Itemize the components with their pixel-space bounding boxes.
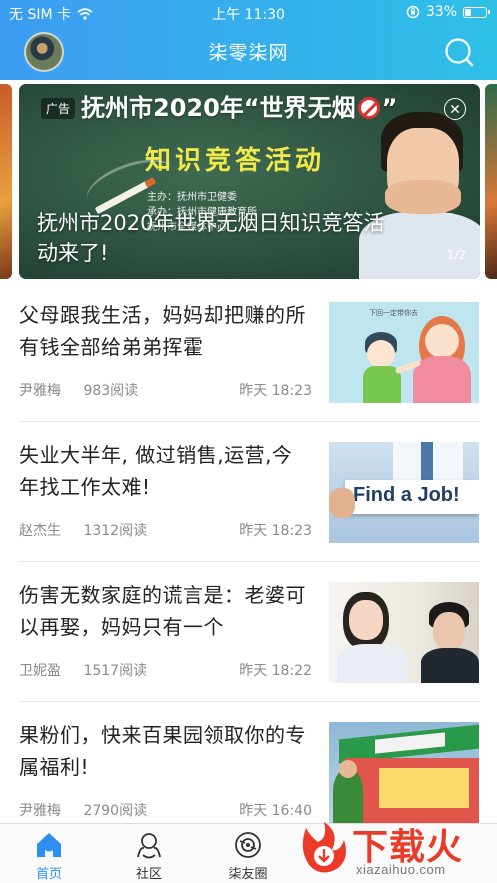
ad-badge: 广告 <box>41 98 76 119</box>
woman-photo-body <box>337 644 407 683</box>
news-time: 昨天 18:23 <box>239 523 312 539</box>
store-window <box>379 768 469 808</box>
thumbnail-caption: 下回一定带你去 <box>369 309 418 317</box>
battery-percent: 33% <box>425 4 457 20</box>
nav-bar: 柒零柒网 <box>0 28 497 76</box>
tab-label: 社区 <box>135 867 162 882</box>
tab-home[interactable]: 首页 <box>14 830 84 882</box>
news-title: 失业大半年, 做过销售,运营,今年找工作太难! <box>19 443 293 499</box>
banner-title: 抚州市2020年世界无烟日知识竞答活动来了! <box>37 211 385 265</box>
tab-community[interactable]: 社区 <box>114 830 184 882</box>
news-meta: 赵杰生 1312阅读 昨天 18:23 <box>19 520 312 540</box>
boy-illustration-hands <box>385 180 461 214</box>
sponsor-line: 主办：抚州市卫健委 <box>147 192 237 203</box>
news-item[interactable]: 失业大半年, 做过销售,运营,今年找工作太难! 赵杰生 1312阅读 昨天 18… <box>19 422 479 562</box>
news-author: 赵杰生 <box>19 523 61 539</box>
app-title: 柒零柒网 <box>208 42 289 64</box>
tab-label: 首页 <box>35 867 62 882</box>
banner-ad[interactable]: 抚州市2020年“世界无烟” 广告 知识竞答活动 主办：抚州市卫健委 承办：抚州… <box>19 84 480 279</box>
watermark-url: xiazaihuo.com <box>356 862 446 877</box>
news-time: 昨天 18:23 <box>239 383 312 399</box>
news-title: 伤害无数家庭的谎言是：老婆可以再娶，妈妈只有一个 <box>19 583 306 639</box>
news-title: 父母跟我生活，妈妈却把赚的所有钱全部给弟弟挥霍 <box>19 303 306 359</box>
news-author: 尹雅梅 <box>19 803 61 819</box>
app-screen: 无 SIM 卡 上午 11:30 33% 柒零柒网 抚州市2020年“世界无烟 … <box>0 0 497 883</box>
moments-icon <box>235 832 261 858</box>
news-reads: 983阅读 <box>83 383 139 399</box>
news-meta: 尹雅梅 983阅读 昨天 18:23 <box>19 380 312 400</box>
tab-moments[interactable]: 柒友圈 <box>213 830 283 882</box>
news-reads: 1517阅读 <box>83 663 148 679</box>
man-photo-face <box>433 612 465 650</box>
man-photo-body <box>421 648 479 683</box>
news-title: 果粉们，快来百果园领取你的专属福利! <box>19 723 306 779</box>
news-meta: 尹雅梅 2790阅读 昨天 16:40 <box>19 800 312 820</box>
person-photo-head <box>339 760 357 778</box>
home-icon <box>37 833 61 857</box>
status-right: 33% <box>406 4 490 20</box>
news-thumbnail[interactable] <box>329 582 479 683</box>
battery-icon <box>463 6 490 18</box>
news-author: 尹雅梅 <box>19 383 61 399</box>
banner-headline: 抚州市2020年“世界无烟” <box>81 88 397 123</box>
app-header: 无 SIM 卡 上午 11:30 33% 柒零柒网 <box>0 0 497 80</box>
banner-prev-slide[interactable] <box>0 84 12 279</box>
news-author: 卫妮盈 <box>19 663 61 679</box>
community-icon <box>137 833 161 859</box>
flame-logo-icon <box>302 822 346 873</box>
news-time: 昨天 18:22 <box>239 663 312 679</box>
news-reads: 2790阅读 <box>83 803 148 819</box>
woman-illustration-body <box>413 356 471 403</box>
news-reads: 1312阅读 <box>83 523 148 539</box>
download-site-watermark: 下载火 xiazaihuo.com <box>292 816 497 883</box>
banner-next-slide[interactable] <box>485 84 497 279</box>
battery-fill <box>465 8 471 16</box>
banner-carousel[interactable]: 抚州市2020年“世界无烟” 广告 知识竞答活动 主办：抚州市卫健委 承办：抚州… <box>0 84 497 279</box>
news-thumbnail[interactable] <box>329 722 479 823</box>
news-meta: 卫妮盈 1517阅读 昨天 18:22 <box>19 660 312 680</box>
search-icon[interactable] <box>443 36 475 68</box>
tab-label: 柒友圈 <box>228 867 268 882</box>
status-bar: 无 SIM 卡 上午 11:30 33% <box>0 0 497 26</box>
thumbnail-caption: Find a Job! <box>353 484 460 506</box>
woman-illustration-face <box>425 324 459 358</box>
no-smoking-icon <box>357 97 380 119</box>
news-thumbnail[interactable]: Find a Job! <box>329 442 479 543</box>
orientation-lock-icon <box>406 5 420 19</box>
hand-illustration <box>329 488 355 518</box>
news-item[interactable]: 父母跟我生活，妈妈却把赚的所有钱全部给弟弟挥霍 尹雅梅 983阅读 昨天 18:… <box>19 282 479 422</box>
banner-pager: 1/2 <box>446 248 466 262</box>
child-illustration-face <box>367 340 395 368</box>
news-thumbnail[interactable]: 下回一定带你去 <box>329 302 479 403</box>
news-item[interactable]: 伤害无数家庭的谎言是：老婆可以再娶，妈妈只有一个 卫妮盈 1517阅读 昨天 1… <box>19 562 479 702</box>
banner-headline-prefix: 抚州市2020年“世界无烟 <box>81 94 356 122</box>
job-card: Find a Job! <box>345 480 479 514</box>
woman-photo-face <box>349 600 383 640</box>
